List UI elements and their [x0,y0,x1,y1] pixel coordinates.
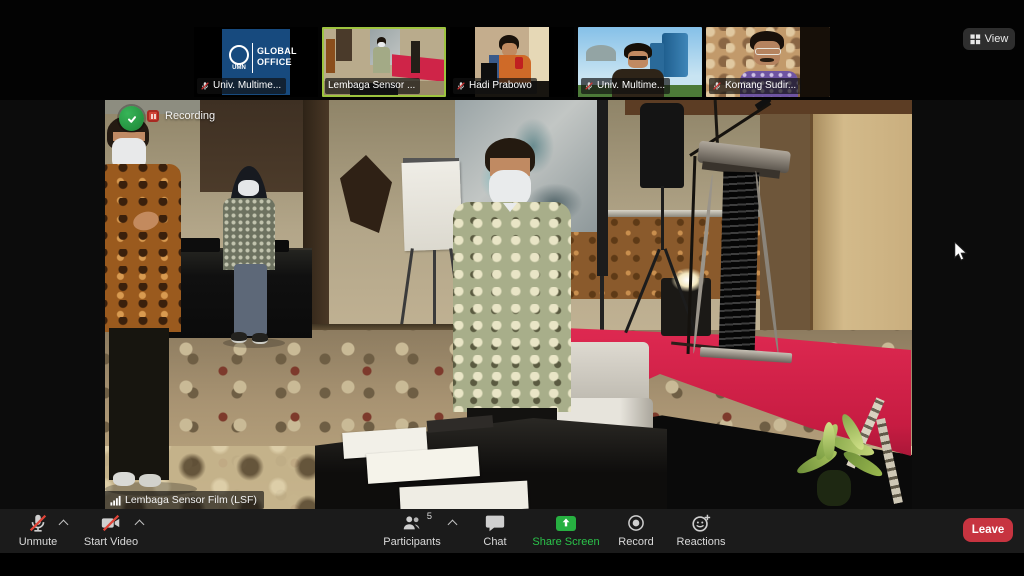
participants-label: Participants [383,536,440,548]
speaker-stand-pole [661,186,664,250]
recording-label: Recording [165,110,215,122]
thumb-komang-mustache [760,58,774,62]
umn-logo-line2: OFFICE [257,57,292,67]
encryption-shield-icon[interactable] [119,106,144,131]
share-screen-icon [556,512,576,534]
speaker-box [640,103,684,188]
leave-button[interactable]: Leave [963,518,1013,542]
podium-column [719,172,760,355]
active-speaker-name: Lembaga Sensor Film (LSF) [125,494,257,506]
participant-tile-lembaga-sensor[interactable]: Lembaga Sensor ... [322,27,446,97]
woman-shoe-left [231,332,247,343]
record-button[interactable]: Record [608,512,664,548]
woman-jeans [234,264,267,336]
mouse-cursor [953,242,969,262]
share-screen-button[interactable]: Share Screen [532,512,600,548]
share-screen-label: Share Screen [532,536,599,548]
left-man-shoe-right [139,474,161,487]
record-label: Record [618,536,653,548]
woman-shoe-right [252,333,268,344]
unmute-button[interactable]: Unmute [10,512,66,548]
muted-mic-icon [584,81,594,91]
participants-count: 5 [427,511,432,523]
record-icon [626,512,646,534]
left-man-shoe-left [113,472,135,486]
participant-name-tag: Univ. Multime... [197,78,286,94]
view-button[interactable]: View [963,28,1015,50]
recording-indicator[interactable]: Recording [147,110,215,122]
umn-logo-divider [252,43,253,73]
participant-name: Univ. Multime... [597,79,665,93]
chat-button[interactable]: Chat [470,512,520,548]
participant-name-tag: Komang Sudir... [709,78,801,94]
thumb-umn2-dome [586,45,616,61]
active-speaker-tag: Lembaga Sensor Film (LSF) [105,491,264,509]
thumb-komang-glasses [755,48,781,55]
filmstrip-bar: UMN GLOBAL OFFICE Univ. Multime... Lemba… [0,0,1024,100]
bottom-letterbox [0,553,1024,576]
thumb-scene-podium [411,41,420,73]
participant-name: Komang Sudir... [725,79,796,93]
participant-tile-hadi-prabowo[interactable]: Hadi Prabowo [450,27,574,97]
participant-tile-komang[interactable]: Komang Sudir... [706,27,830,97]
woman-mask [238,180,259,196]
screen-frame [597,100,608,276]
umn-org-text: UMN [229,65,249,71]
main-video[interactable]: Recording Lembaga Sensor Film (LSF) [105,100,912,510]
check-icon [126,113,138,125]
center-man-batik-shirt [453,202,571,412]
muted-mic-icon [456,81,466,91]
participant-name: Hadi Prabowo [469,79,532,93]
view-button-label: View [985,33,1009,45]
video-off-icon [99,512,123,534]
reactions-icon [690,512,712,534]
thumb-komang-darkside [800,27,830,97]
thumb-scene-person-body [373,47,390,73]
muted-mic-icon [200,81,210,91]
thumb-umn2-glasses [629,56,647,60]
participant-name-tag: Lembaga Sensor ... [325,78,420,94]
participant-tile-umn-campus[interactable]: Univ. Multime... [578,27,702,97]
start-video-label: Start Video [84,536,138,548]
unmute-label: Unmute [19,536,58,548]
muted-mic-icon [27,512,49,534]
plant [789,418,885,510]
thumb-scene-panel [336,29,352,61]
start-video-button[interactable]: Start Video [78,512,144,548]
participant-name: Lembaga Sensor ... [328,79,415,93]
umn-globe-icon [229,45,249,65]
screen-pole [600,276,604,332]
left-man-batik-shirt [105,164,181,332]
participant-name: Univ. Multime... [213,79,281,93]
thumb-scene-person-left [326,39,335,73]
grid-view-icon [970,34,981,45]
reactions-label: Reactions [677,536,726,548]
participants-icon: 5 [400,512,424,534]
thumb-umn2-building [662,33,688,77]
muted-mic-icon [712,81,722,91]
chat-label: Chat [483,536,506,548]
participant-tile-umn-office[interactable]: UMN GLOBAL OFFICE Univ. Multime... [194,27,318,97]
audio-level-icon [110,495,121,506]
woman-cardigan [223,198,275,270]
right-wall-wood [760,114,814,336]
right-wall-pillar [810,114,912,354]
participant-name-tag: Hadi Prabowo [453,78,537,94]
recording-icon [147,110,159,122]
thumb-hadi-red-object [515,57,523,69]
reactions-button[interactable]: Reactions [668,512,734,548]
chat-icon [484,512,506,534]
participant-name-tag: Univ. Multime... [581,78,670,94]
side-table-bag [180,238,220,252]
participants-button[interactable]: 5 Participants [378,512,446,548]
left-man-pants [109,328,169,480]
umn-logo-line1: GLOBAL [257,46,297,56]
